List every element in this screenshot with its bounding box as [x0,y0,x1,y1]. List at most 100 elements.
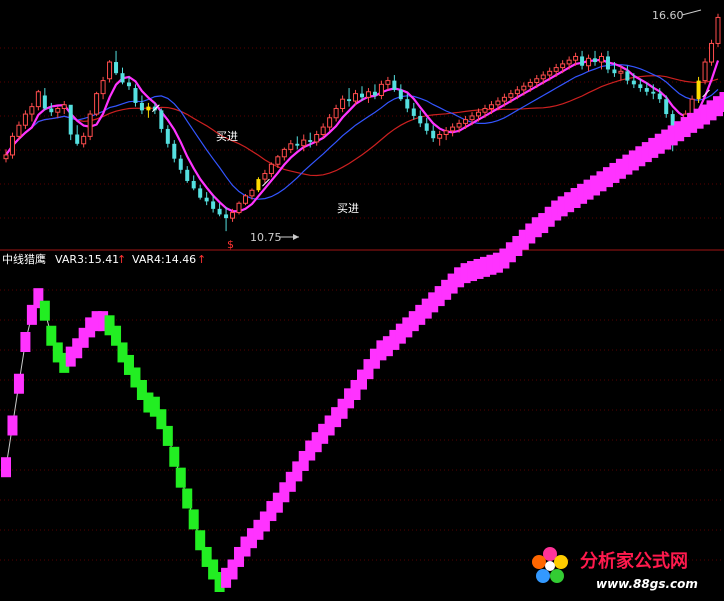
candle-body [456,122,462,128]
candle-body [68,104,73,135]
candle-body [450,126,456,132]
candle-body [378,83,384,96]
candle-body [437,134,443,139]
candle-body [411,108,416,116]
indicator-var3: VAR3:15.41 [55,253,119,266]
candle-body [482,107,488,113]
candle-body [340,98,346,109]
candle-body [327,117,333,128]
candle-body [249,189,255,197]
candle-body [566,59,572,65]
candle-body [540,74,546,80]
indicator-box [20,332,31,352]
candle-body [191,180,196,189]
candle-body [534,78,540,83]
candle-body [281,148,287,158]
low-price-arrowhead [293,234,299,240]
candle-body [107,61,113,80]
candle-body [29,106,35,115]
candle-body [347,99,352,102]
candle-body [320,126,326,136]
candle-body [476,111,482,117]
candle-body [612,69,617,74]
panel-marker: $ [227,238,234,251]
candle-body [256,179,261,191]
indicator-box [182,488,193,509]
candle-body [469,115,475,121]
candle-body [521,85,527,91]
candle-body [385,80,391,85]
candle-body [553,67,559,72]
candle-body [644,88,649,92]
watermark: 分析家公式网 www.88gs.com [532,547,698,591]
candle-body [657,93,662,100]
candle-body [301,139,307,147]
candle-body [605,56,610,70]
candle-body [527,81,533,87]
buy-label-1: 买进 [216,130,238,143]
candle-body [49,108,54,113]
candle-body [268,163,274,175]
candle-body [22,113,28,126]
candle-body [198,188,203,198]
candle-body [204,197,209,202]
candle-body [120,73,125,83]
candle-body [443,130,449,136]
candle-body [146,106,151,111]
candle-body [547,70,553,76]
candlestick-series [3,13,721,232]
indicator-box [169,446,180,467]
candle-body [689,98,695,115]
candle-body [126,82,131,87]
indicator-box [175,467,186,488]
watermark-flower-icon [532,547,568,583]
candle-body [3,154,9,160]
candle-body [165,128,170,144]
candle-body [702,61,708,82]
candle-body [709,42,715,63]
candle-body [664,99,669,115]
candle-body [172,143,177,159]
candle-body [424,123,429,131]
candle-body [230,212,236,219]
candle-body [560,63,566,69]
candle-body [185,169,190,181]
candle-body [580,56,585,66]
candle-body [631,80,636,85]
candle-body [372,91,377,96]
candle-body [625,71,630,81]
candle-body [638,84,643,89]
moving-average-lines [5,58,720,213]
indicator-var4-arrow: ↑ [197,253,206,266]
candle-body [262,173,268,180]
candle-body [586,57,592,67]
candle-body [224,214,229,219]
indicator-box [7,415,18,436]
candle-body [308,140,313,142]
candle-body [178,158,183,170]
indicator-box [719,92,724,112]
candle-body [514,89,520,95]
candle-body [508,93,514,98]
candle-body [495,100,501,106]
candle-body [16,124,22,137]
candle-body [217,208,222,215]
watermark-url: www.88gs.com [596,577,698,591]
indicator-box [162,425,173,446]
indicator-boxes [1,92,724,592]
candle-body [593,58,598,63]
candle-body [353,93,359,102]
candle-body [35,91,41,108]
candle-body [55,107,61,113]
candle-body [100,80,106,95]
buy-label-2: 买进 [337,202,359,215]
candle-body [211,201,216,209]
indicator-box [13,373,24,394]
high-price-label: 16.60 [652,9,684,22]
candle-body [715,16,721,44]
candle-body [405,99,410,109]
candle-body [418,115,423,124]
indicator-name: 中线猎鹰 [2,252,46,266]
indicator-var3-arrow: ↑ [117,253,126,266]
indicator-box [1,457,11,478]
